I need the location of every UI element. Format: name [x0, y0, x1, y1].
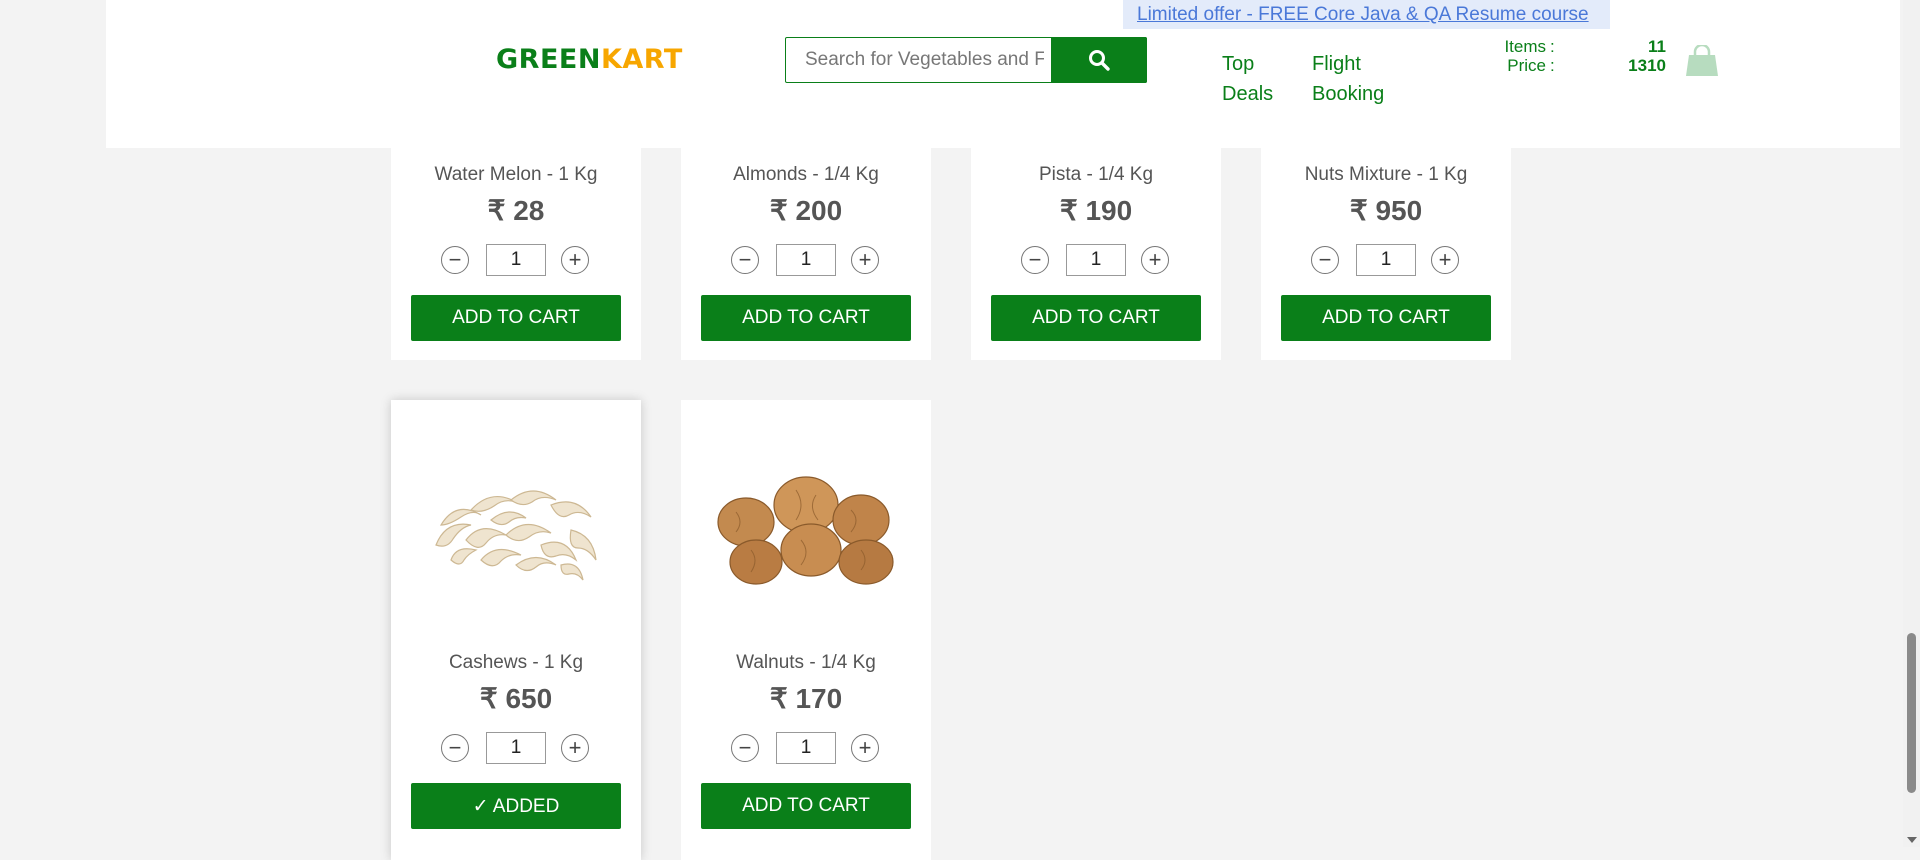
add-to-cart-button[interactable]: ADD TO CART — [1281, 295, 1491, 341]
walnuts-image — [717, 476, 894, 585]
nav-flight-booking-line2: Booking — [1312, 83, 1385, 105]
logo-green: GREEN — [496, 44, 601, 75]
cart-price-colon: : — [1550, 56, 1555, 75]
logo-kart: KART — [600, 44, 683, 75]
increment-button[interactable]: + — [1431, 246, 1459, 274]
product-name: Pista - 1/4 Kg — [1038, 164, 1154, 185]
add-to-cart-button[interactable]: ADD TO CART — [701, 295, 911, 341]
decrement-button[interactable]: − — [441, 734, 469, 762]
product-price: ₹ 28 — [487, 195, 545, 226]
decrement-button[interactable]: − — [731, 246, 759, 274]
increment-button[interactable]: + — [851, 734, 879, 762]
cart-summary: Items : 11 Price : 1310 — [1446, 37, 1666, 75]
brand-logo[interactable]: GREENKART — [496, 44, 683, 75]
product-name: Walnuts - 1/4 Kg — [736, 652, 876, 673]
quantity-stepper: − + — [1261, 244, 1511, 276]
add-to-cart-button[interactable]: ADD TO CART — [991, 295, 1201, 341]
cart-price-label: Price — [1507, 56, 1546, 75]
product-price: ₹ 170 — [769, 683, 843, 714]
decrement-button[interactable]: − — [1311, 246, 1339, 274]
search-bar — [785, 37, 1147, 83]
quantity-input[interactable] — [776, 732, 836, 764]
quantity-stepper: − + — [971, 244, 1221, 276]
quantity-input[interactable] — [1356, 244, 1416, 276]
product-price: ₹ 190 — [1059, 195, 1133, 226]
quantity-stepper: − + — [391, 732, 641, 764]
nav-flight-booking-line1: Flight — [1312, 53, 1361, 75]
nav-top-deals-line2: Deals — [1222, 83, 1274, 105]
product-name: Nuts Mixture - 1 Kg — [1304, 164, 1468, 185]
cart-price-row: Price : 1310 — [1446, 56, 1666, 75]
search-icon — [1089, 50, 1110, 71]
product-card: Cashews - 1 Kg ₹ 650 − + ✓ ADDED — [391, 400, 641, 860]
quantity-stepper: − + — [391, 244, 641, 276]
quantity-input[interactable] — [776, 244, 836, 276]
scrollbar-thumb[interactable] — [1907, 633, 1916, 793]
product-name: Almonds - 1/4 Kg — [733, 164, 879, 185]
cart-items-colon: : — [1550, 37, 1555, 56]
add-to-cart-button[interactable]: ADD TO CART — [701, 783, 911, 829]
product-price: ₹ 200 — [769, 195, 843, 226]
cart-price-total: 1310 — [1628, 56, 1666, 75]
site-header: GREENKART Top Deals Flight Booking Items… — [106, 0, 1900, 148]
cart-items-row: Items : 11 — [1446, 37, 1666, 56]
increment-button[interactable]: + — [561, 246, 589, 274]
cart-items-label: Items — [1504, 37, 1546, 56]
page-scrollbar[interactable] — [1903, 0, 1920, 847]
add-to-cart-button[interactable]: ADD TO CART — [411, 295, 621, 341]
quantity-stepper: − + — [681, 732, 931, 764]
decrement-button[interactable]: − — [1021, 246, 1049, 274]
increment-button[interactable]: + — [851, 246, 879, 274]
quantity-input[interactable] — [486, 244, 546, 276]
decrement-button[interactable]: − — [441, 246, 469, 274]
cashews-image — [435, 490, 597, 581]
product-name: Water Melon - 1 Kg — [434, 164, 598, 185]
search-input[interactable] — [786, 38, 1044, 82]
promo-banner-link[interactable]: Limited offer - FREE Core Java & QA Resu… — [1123, 0, 1610, 29]
scroll-down-arrow-icon[interactable] — [1907, 837, 1917, 843]
cart-bag-icon[interactable] — [1685, 45, 1719, 77]
quantity-input[interactable] — [1066, 244, 1126, 276]
nav-top-deals[interactable]: Top Deals — [1222, 49, 1273, 109]
quantity-stepper: − + — [681, 244, 931, 276]
product-name: Cashews - 1 Kg — [448, 652, 584, 673]
increment-button[interactable]: + — [561, 734, 589, 762]
product-price: ₹ 950 — [1349, 195, 1423, 226]
decrement-button[interactable]: − — [731, 734, 759, 762]
quantity-input[interactable] — [486, 732, 546, 764]
nav-flight-booking[interactable]: Flight Booking — [1312, 49, 1384, 109]
increment-button[interactable]: + — [1141, 246, 1169, 274]
nav-top-deals-line1: Top — [1222, 53, 1255, 75]
added-button[interactable]: ✓ ADDED — [411, 783, 621, 829]
cart-items-count: 11 — [1648, 37, 1666, 56]
product-price: ₹ 650 — [479, 683, 553, 714]
product-card: Walnuts - 1/4 Kg ₹ 170 − + ADD TO CART — [681, 400, 931, 860]
search-button[interactable] — [1051, 37, 1147, 83]
